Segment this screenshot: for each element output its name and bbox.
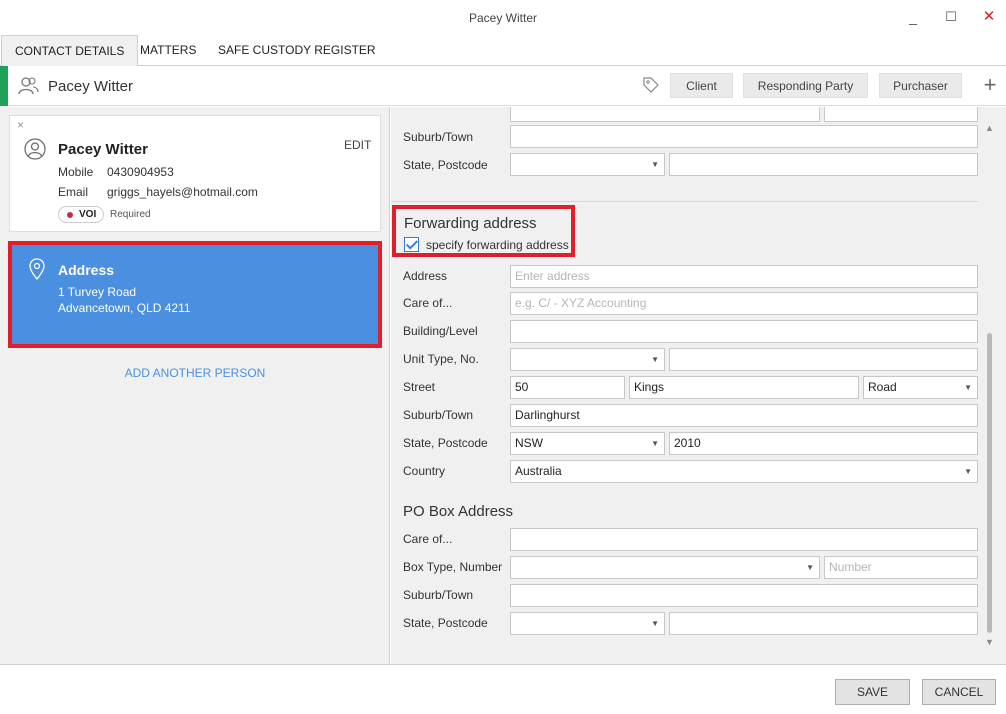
header-accent-bar [0, 66, 8, 106]
top-suburb-label: Suburb/Town [403, 130, 474, 144]
fwd-postcode-input[interactable]: 2010 [669, 432, 978, 455]
forwarding-address-title: Forwarding address [404, 215, 537, 232]
dialog-footer: SAVE CANCEL [0, 664, 1006, 714]
left-panel: × Pacey Witter EDIT Mobile 0430904953 Ema… [0, 107, 390, 664]
fwd-street-name-input[interactable]: Kings [629, 376, 859, 399]
fwd-careof-input[interactable]: e.g. C/ - XYZ Accounting [510, 292, 978, 315]
fwd-unit-label: Unit Type, No. [403, 352, 479, 366]
fwd-country-select[interactable]: Australia [510, 460, 978, 483]
close-icon[interactable]: × [17, 118, 24, 132]
top-state-select[interactable] [510, 153, 665, 176]
fwd-country-label: Country [403, 464, 446, 478]
po-state-select[interactable] [510, 612, 665, 635]
fwd-suburb-label: Suburb/Town [403, 408, 474, 422]
scroll-up-icon[interactable]: ▲ [985, 123, 994, 133]
fwd-street-type-select[interactable]: Road [863, 376, 978, 399]
fwd-street-label: Street [403, 380, 436, 394]
voi-badge[interactable]: VOI [58, 206, 104, 223]
fwd-unit-no-input[interactable] [669, 348, 978, 371]
window-title: Pacey Witter [468, 11, 537, 25]
add-another-person-link[interactable]: ADD ANOTHER PERSON [0, 366, 390, 380]
fwd-careof-label: Care of... [403, 296, 453, 310]
email-row: Email griggs_hayels@hotmail.com [58, 185, 258, 199]
role-client-button[interactable]: Client [670, 73, 733, 98]
scroll-down-icon[interactable]: ▼ [985, 637, 994, 647]
maximize-button[interactable]: ☐ [936, 4, 966, 30]
address-line-2: Advancetown, QLD 4211 [58, 301, 191, 315]
voi-status-dot [67, 212, 73, 218]
mobile-label: Mobile [58, 165, 94, 179]
top-suburb-input[interactable] [510, 125, 978, 148]
fwd-street-number-input[interactable]: 50 [510, 376, 625, 399]
po-box-type-select[interactable] [510, 556, 820, 579]
fwd-building-input[interactable] [510, 320, 978, 343]
specify-forwarding-label[interactable]: specify forwarding address [426, 238, 569, 252]
header-contact-name: Pacey Witter [48, 78, 134, 95]
plus-icon[interactable]: + [978, 71, 1002, 99]
contact-name: Pacey Witter [58, 141, 148, 158]
cancel-button[interactable]: CANCEL [922, 679, 996, 705]
contact-header: Pacey Witter Client Responding Party Pur… [0, 66, 1006, 106]
address-card-title: Address [58, 262, 115, 278]
fwd-suburb-input[interactable]: Darlinghurst [510, 404, 978, 427]
tag-icon[interactable] [642, 76, 660, 94]
po-careof-label: Care of... [403, 532, 453, 546]
po-box-title: PO Box Address [403, 503, 514, 520]
email-value: griggs_hayels@hotmail.com [107, 185, 258, 199]
location-pin-icon [29, 258, 45, 280]
fwd-state-postcode-label: State, Postcode [403, 436, 488, 450]
po-box-number-input[interactable]: Number [824, 556, 978, 579]
save-button[interactable]: SAVE [835, 679, 910, 705]
close-window-button[interactable]: ✕ [974, 4, 1004, 30]
voi-label: VOI [79, 209, 97, 220]
mobile-row: Mobile 0430904953 [58, 165, 174, 179]
top-state-postcode-label: State, Postcode [403, 158, 488, 172]
tab-safe-custody-register[interactable]: SAFE CUSTODY REGISTER [205, 35, 389, 66]
fwd-unit-type-select[interactable] [510, 348, 665, 371]
person-icon [24, 138, 46, 160]
section-divider [391, 201, 978, 202]
tab-matters[interactable]: MATTERS [127, 35, 209, 66]
email-label: Email [58, 185, 89, 199]
role-purchaser-button[interactable]: Purchaser [879, 73, 962, 98]
role-responding-party-button[interactable]: Responding Party [743, 73, 868, 98]
address-card[interactable]: Address 1 Turvey Road Advancetown, QLD 4… [8, 241, 382, 348]
fwd-state-select[interactable]: NSW [510, 432, 665, 455]
fwd-building-label: Building/Level [403, 324, 478, 338]
top-street-field[interactable] [510, 107, 820, 122]
voi-status: Required [110, 209, 151, 220]
people-icon [18, 77, 39, 95]
title-bar: Pacey Witter _ ☐ ✕ [0, 0, 1006, 35]
fwd-address-input[interactable]: Enter address [510, 265, 978, 288]
forwarding-address-highlight: Forwarding address specify forwarding ad… [392, 205, 575, 257]
specify-forwarding-checkbox[interactable] [404, 237, 419, 252]
po-suburb-input[interactable] [510, 584, 978, 607]
top-postcode-input[interactable] [669, 153, 978, 176]
po-postcode-input[interactable] [669, 612, 978, 635]
contact-card: × Pacey Witter EDIT Mobile 0430904953 Ema… [9, 115, 381, 232]
form-scrollbar[interactable]: ▲ ▼ [983, 107, 998, 664]
tab-bar: CONTACT DETAILS MATTERS SAFE CUSTODY REG… [0, 35, 1006, 67]
po-careof-input[interactable] [510, 528, 978, 551]
address-line-1: 1 Turvey Road [58, 285, 137, 299]
tab-contact-details[interactable]: CONTACT DETAILS [1, 35, 139, 67]
po-box-type-label: Box Type, Number [403, 560, 503, 574]
po-state-postcode-label: State, Postcode [403, 616, 488, 630]
fwd-address-label: Address [403, 269, 448, 283]
mobile-value: 0430904953 [107, 165, 174, 179]
po-suburb-label: Suburb/Town [403, 588, 474, 602]
address-form-panel: Suburb/Town State, Postcode Forwarding a… [391, 107, 1006, 664]
scrollbar-thumb[interactable] [987, 333, 992, 633]
top-street-type-field[interactable] [824, 107, 978, 122]
minimize-button[interactable]: _ [898, 4, 928, 30]
edit-button[interactable]: EDIT [344, 138, 371, 152]
